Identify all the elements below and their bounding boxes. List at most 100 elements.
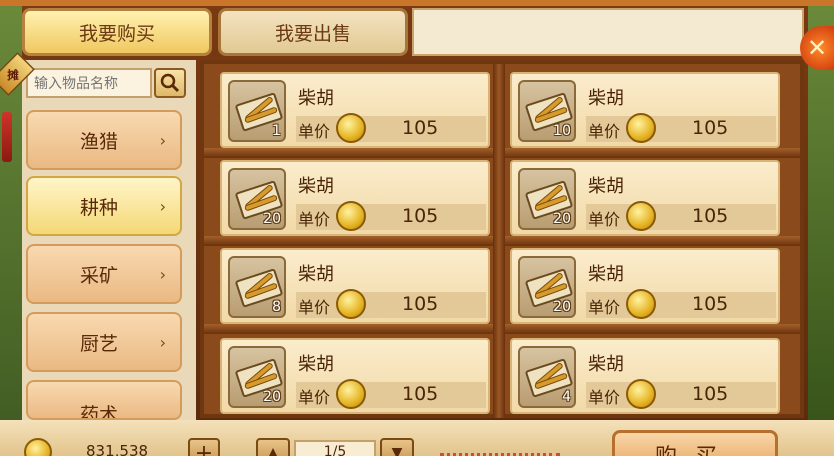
item-name: 柴胡 bbox=[588, 354, 624, 375]
price-label: 单价 bbox=[298, 298, 331, 317]
item-quantity: 20 bbox=[553, 299, 571, 315]
price-label: 单价 bbox=[298, 122, 331, 141]
price-bar: 单价 105 bbox=[586, 289, 776, 319]
coin-icon bbox=[626, 113, 656, 143]
coin-icon bbox=[336, 289, 366, 319]
category-item-medicine[interactable]: 药术 bbox=[26, 380, 182, 420]
prev-page-button[interactable]: ▲ bbox=[256, 438, 290, 456]
category-label: 药术 bbox=[80, 404, 119, 420]
price-value: 105 bbox=[402, 293, 439, 315]
item-quantity: 20 bbox=[263, 211, 281, 227]
item-name: 柴胡 bbox=[588, 264, 624, 285]
item-quantity: 8 bbox=[272, 299, 281, 315]
item-name: 柴胡 bbox=[298, 176, 334, 197]
category-panel: 渔猎 › 耕种 › 采矿 › 厨艺 › 药术 bbox=[22, 60, 196, 420]
tab-bar-background bbox=[412, 8, 804, 56]
price-bar: 单价 105 bbox=[296, 289, 486, 319]
footer-bar: 831,538 + ▲ 1/5 ▼ 购买 bbox=[0, 420, 834, 456]
item-name: 柴胡 bbox=[588, 88, 624, 109]
price-label: 单价 bbox=[298, 388, 331, 407]
chevron-right-icon: › bbox=[159, 264, 166, 284]
tab-buy-label: 我要购买 bbox=[78, 22, 155, 45]
top-border bbox=[0, 0, 834, 6]
herb-scroll-icon: 10 bbox=[518, 80, 576, 142]
price-label: 单价 bbox=[588, 388, 621, 407]
herb-scroll-icon: 8 bbox=[228, 256, 286, 318]
herb-scroll-icon: 1 bbox=[228, 80, 286, 142]
item-card[interactable]: 20 柴胡 单价 105 bbox=[220, 160, 490, 236]
herb-scroll-icon: 20 bbox=[518, 168, 576, 230]
coin-icon bbox=[336, 201, 366, 231]
item-quantity: 1 bbox=[272, 123, 281, 139]
herb-scroll-icon: 20 bbox=[518, 256, 576, 318]
price-bar: 单价 105 bbox=[296, 113, 486, 143]
item-card[interactable]: 20 柴胡 单价 105 bbox=[220, 338, 490, 414]
item-card[interactable]: 10 柴胡 单价 105 bbox=[510, 72, 780, 148]
search-icon bbox=[160, 73, 180, 93]
search-button[interactable] bbox=[154, 68, 186, 98]
price-value: 105 bbox=[402, 383, 439, 405]
price-bar: 单价 105 bbox=[586, 113, 776, 143]
coin-icon bbox=[626, 379, 656, 409]
tab-sell[interactable]: 我要出售 bbox=[218, 8, 408, 56]
add-coins-button[interactable]: + bbox=[188, 438, 220, 456]
tab-sell-label: 我要出售 bbox=[274, 22, 351, 45]
category-item-cooking[interactable]: 厨艺 › bbox=[26, 312, 182, 372]
tab-buy[interactable]: 我要购买 bbox=[22, 8, 212, 56]
category-label: 采矿 bbox=[80, 264, 119, 287]
item-card[interactable]: 8 柴胡 单价 105 bbox=[220, 248, 490, 324]
chevron-right-icon: › bbox=[159, 196, 166, 216]
price-value: 105 bbox=[692, 205, 729, 227]
buy-button[interactable]: 购买 bbox=[612, 430, 778, 456]
price-value: 105 bbox=[692, 383, 729, 405]
price-bar: 单价 105 bbox=[296, 201, 486, 231]
page-indicator: 1/5 bbox=[294, 440, 376, 456]
next-page-button[interactable]: ▼ bbox=[380, 438, 414, 456]
price-value: 105 bbox=[402, 117, 439, 139]
arrow-down-icon: ▼ bbox=[391, 445, 403, 456]
price-bar: 单价 105 bbox=[296, 379, 486, 409]
plus-icon: + bbox=[194, 440, 214, 456]
chevron-right-icon: › bbox=[159, 332, 166, 352]
price-value: 105 bbox=[692, 117, 729, 139]
item-name: 柴胡 bbox=[588, 176, 624, 197]
item-quantity: 20 bbox=[263, 389, 281, 405]
category-item-fishing[interactable]: 渔猎 › bbox=[26, 110, 182, 170]
item-card[interactable]: 20 柴胡 单价 105 bbox=[510, 248, 780, 324]
chevron-right-icon: › bbox=[159, 130, 166, 150]
price-bar: 单价 105 bbox=[586, 379, 776, 409]
price-value: 105 bbox=[692, 293, 729, 315]
red-decoration bbox=[440, 446, 560, 456]
price-bar: 单价 105 bbox=[586, 201, 776, 231]
item-quantity: 10 bbox=[553, 123, 571, 139]
coin-balance: 831,538 bbox=[86, 442, 149, 456]
item-quantity: 4 bbox=[562, 389, 571, 405]
item-card[interactable]: 1 柴胡 单价 105 bbox=[220, 72, 490, 148]
coin-icon bbox=[336, 113, 366, 143]
item-card[interactable]: 20 柴胡 单价 105 bbox=[510, 160, 780, 236]
coin-icon bbox=[626, 201, 656, 231]
close-icon: ✕ bbox=[806, 34, 828, 62]
item-name: 柴胡 bbox=[298, 264, 334, 285]
item-name: 柴胡 bbox=[298, 88, 334, 109]
coin-icon bbox=[336, 379, 366, 409]
shelf-column-divider bbox=[493, 64, 505, 418]
arrow-up-icon: ▲ bbox=[267, 445, 279, 456]
tassel-decoration bbox=[2, 112, 12, 162]
category-label: 渔猎 bbox=[80, 130, 119, 153]
category-item-farming[interactable]: 耕种 › bbox=[26, 176, 182, 236]
item-name: 柴胡 bbox=[298, 354, 334, 375]
category-label: 耕种 bbox=[80, 196, 119, 219]
category-label: 厨艺 bbox=[80, 332, 119, 355]
search-input[interactable] bbox=[26, 68, 152, 98]
price-label: 单价 bbox=[588, 122, 621, 141]
category-item-mining[interactable]: 采矿 › bbox=[26, 244, 182, 304]
herb-scroll-icon: 20 bbox=[228, 168, 286, 230]
herb-scroll-icon: 4 bbox=[518, 346, 576, 408]
item-card[interactable]: 4 柴胡 单价 105 bbox=[510, 338, 780, 414]
price-value: 105 bbox=[402, 205, 439, 227]
coin-icon bbox=[626, 289, 656, 319]
coin-icon bbox=[24, 438, 52, 456]
price-label: 单价 bbox=[588, 210, 621, 229]
price-label: 单价 bbox=[588, 298, 621, 317]
